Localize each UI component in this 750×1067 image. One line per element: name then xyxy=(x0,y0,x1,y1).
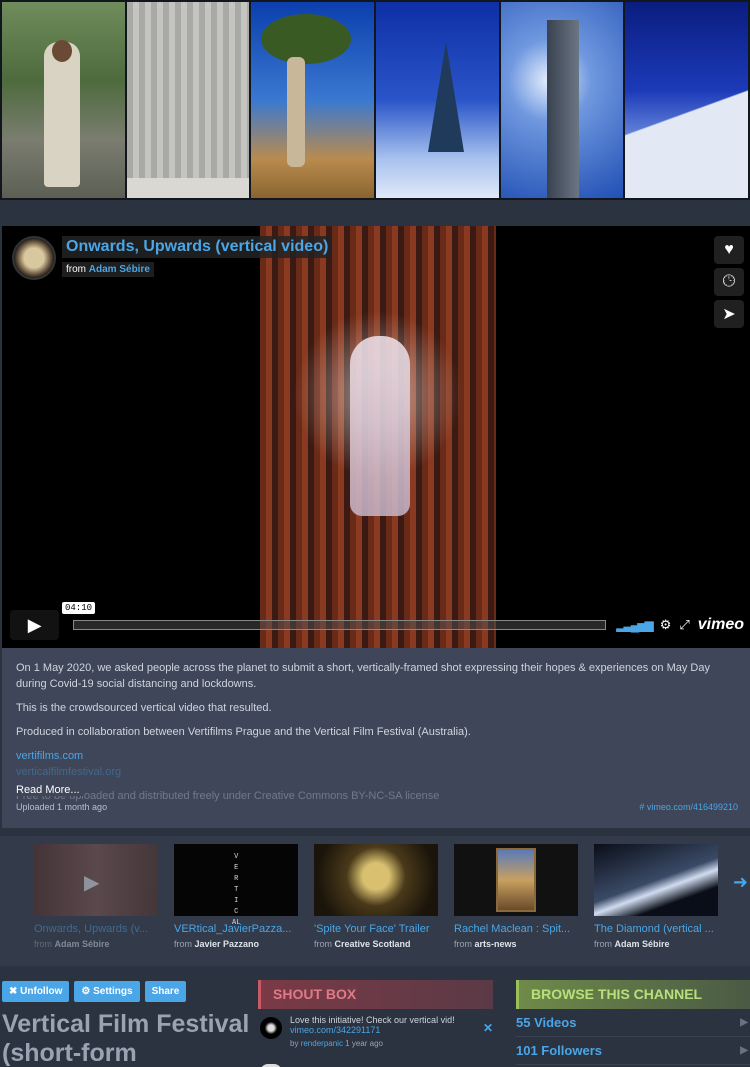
channel-banner xyxy=(0,0,750,200)
shout-avatar[interactable] xyxy=(260,1017,282,1039)
related-byline: from Creative Scotland xyxy=(314,939,438,949)
byline-prefix: from xyxy=(34,939,52,949)
byline-prefix: from xyxy=(174,939,192,949)
chevron-right-icon: ▶ xyxy=(740,1045,748,1056)
related-author[interactable]: Creative Scotland xyxy=(335,939,411,949)
byline-prefix: from xyxy=(594,939,612,949)
thumbnail-text: V E R T I C AL xyxy=(232,853,241,927)
shout-meta: by renderpanic 1 year ago xyxy=(290,1039,489,1048)
banner-tile-snow-forest xyxy=(376,2,499,198)
description-link[interactable]: verticalfilmfestival.org xyxy=(16,764,740,780)
related-video-item[interactable]: Rachel Maclean : Spit... from arts-news xyxy=(454,844,578,949)
read-more-link[interactable]: Read More... xyxy=(16,784,84,796)
related-thumbnail[interactable] xyxy=(594,844,718,916)
related-byline: from Javier Pazzano xyxy=(174,939,298,949)
banner-tile-skyscraper xyxy=(500,2,624,198)
video-frame[interactable] xyxy=(260,226,496,648)
shout-box: SHOUT BOX Love this initiative! Check ou… xyxy=(258,980,493,1067)
shout-time: 1 year ago xyxy=(345,1039,383,1048)
related-title[interactable]: The Diamond (vertical ... xyxy=(594,923,718,935)
video-permalink[interactable]: # vimeo.com/416499210 xyxy=(639,802,738,812)
send-icon: ➤ xyxy=(722,306,736,323)
video-card: Onwards, Upwards (vertical video) from A… xyxy=(2,226,750,828)
settings-icon[interactable]: ⚙ xyxy=(660,617,672,633)
related-thumbnail[interactable] xyxy=(314,844,438,916)
related-video-item[interactable]: 'Spite Your Face' Trailer from Creative … xyxy=(314,844,438,949)
browse-videos-link[interactable]: 55 Videos ▶ xyxy=(516,1009,750,1037)
related-video-item[interactable]: ▶ Onwards, Upwards (v... from Adam Sébir… xyxy=(34,844,158,949)
watch-later-button[interactable]: 🕒︎ xyxy=(714,268,744,296)
share-button[interactable]: Share xyxy=(144,981,187,1002)
byline-prefix: from xyxy=(454,939,472,949)
close-icon[interactable]: ✕ xyxy=(483,1021,493,1035)
related-byline: from Adam Sébire xyxy=(594,939,718,949)
description-paragraph: On 1 May 2020, we asked people across th… xyxy=(16,662,710,690)
related-author[interactable]: Adam Sébire xyxy=(615,939,670,949)
related-video-item[interactable]: V E R T I C AL VERtical_JavierPazza... f… xyxy=(174,844,298,949)
browse-heading: BROWSE THIS CHANNEL xyxy=(516,980,750,1009)
related-videos-strip: ▶ Onwards, Upwards (v... from Adam Sébir… xyxy=(0,836,750,966)
video-title[interactable]: Onwards, Upwards (vertical video) xyxy=(62,236,333,258)
player-controls: ▶ 04:10 ▂▃▄▅▆ ⚙ ⤢ vimeo xyxy=(10,602,744,640)
byline-prefix: from xyxy=(66,264,86,275)
description-paragraph: Produced in collaboration between Vertif… xyxy=(16,726,471,738)
settings-button[interactable]: ⚙ Settings xyxy=(74,981,140,1002)
related-thumbnail[interactable]: ▶ xyxy=(34,844,158,916)
related-author[interactable]: Adam Sébire xyxy=(55,939,110,949)
video-header: Onwards, Upwards (vertical video) from A… xyxy=(12,236,333,280)
shout-box-heading: SHOUT BOX xyxy=(258,980,493,1009)
description-link[interactable]: vertifilms.com xyxy=(16,748,740,764)
play-icon: ▶ xyxy=(27,614,42,635)
volume-icon[interactable]: ▂▃▄▅▆ xyxy=(616,618,653,632)
progress-track[interactable] xyxy=(73,620,607,630)
fullscreen-icon[interactable]: ⤢ xyxy=(679,617,689,633)
shout-link[interactable]: vimeo.com/342291171 xyxy=(290,1025,489,1035)
clock-icon: 🕒︎ xyxy=(722,273,736,290)
related-author[interactable]: Javier Pazzano xyxy=(195,939,260,949)
related-author[interactable]: arts-news xyxy=(475,939,517,949)
related-title[interactable]: Rachel Maclean : Spit... xyxy=(454,923,578,935)
author-link[interactable]: Adam Sébire xyxy=(89,264,150,275)
banner-tile-baobab-trees xyxy=(251,2,375,198)
related-byline: from arts-news xyxy=(454,939,578,949)
shout-user[interactable]: renderpanic xyxy=(301,1039,343,1048)
channel-title: Vertical Film Festival (short-form xyxy=(2,1010,250,1067)
like-button[interactable]: ♥ xyxy=(714,236,744,264)
arrow-right-icon[interactable]: ➜ xyxy=(733,872,748,893)
related-thumbnail[interactable] xyxy=(454,844,578,916)
author-avatar[interactable] xyxy=(12,236,56,280)
shout-text: Love this initiative! Check our vertical… xyxy=(290,1015,455,1025)
banner-tile-man-in-garden xyxy=(2,2,125,198)
play-icon: ▶ xyxy=(84,872,100,894)
video-description: On 1 May 2020, we asked people across th… xyxy=(16,660,740,804)
unfollow-button[interactable]: ✖ Unfollow xyxy=(2,981,70,1002)
browse-channel: BROWSE THIS CHANNEL 55 Videos ▶ 101 Foll… xyxy=(516,980,750,1065)
description-paragraph: This is the crowdsourced vertical video … xyxy=(16,702,272,714)
related-title[interactable]: Onwards, Upwards (v... xyxy=(34,923,158,935)
upload-date: Uploaded 1 month ago xyxy=(16,802,108,812)
related-video-item[interactable]: The Diamond (vertical ... from Adam Sébi… xyxy=(594,844,718,949)
browse-followers-link[interactable]: 101 Followers ▶ xyxy=(516,1037,750,1065)
shout-message: Love this initiative! Check our vertical… xyxy=(258,1009,493,1051)
banner-tile-snow-climber xyxy=(625,2,749,198)
play-button[interactable]: ▶ xyxy=(10,610,60,640)
shout-by: by xyxy=(290,1039,299,1048)
related-byline: from Adam Sébire xyxy=(34,939,158,949)
share-video-button[interactable]: ➤ xyxy=(714,300,744,328)
related-title[interactable]: 'Spite Your Face' Trailer xyxy=(314,923,438,935)
time-display: 04:10 xyxy=(62,602,96,614)
related-thumbnail[interactable]: V E R T I C AL xyxy=(174,844,298,927)
banner-tile-ornate-door xyxy=(126,2,250,198)
player-side-buttons: ♥ 🕒︎ ➤ xyxy=(714,236,744,328)
heart-icon: ♥ xyxy=(724,241,734,258)
description-faded-text: Free to be uploaded and distributed free… xyxy=(16,790,440,802)
browse-row-label[interactable]: 101 Followers xyxy=(516,1043,602,1058)
video-byline: from Adam Sébire xyxy=(62,262,154,277)
channel-actions: ✖ Unfollow ⚙ Settings Share xyxy=(2,981,187,1002)
browse-row-label[interactable]: 55 Videos xyxy=(516,1015,576,1030)
video-player[interactable]: Onwards, Upwards (vertical video) from A… xyxy=(2,226,750,648)
chevron-right-icon: ▶ xyxy=(740,1017,748,1028)
byline-prefix: from xyxy=(314,939,332,949)
vimeo-logo[interactable]: vimeo xyxy=(698,616,744,634)
